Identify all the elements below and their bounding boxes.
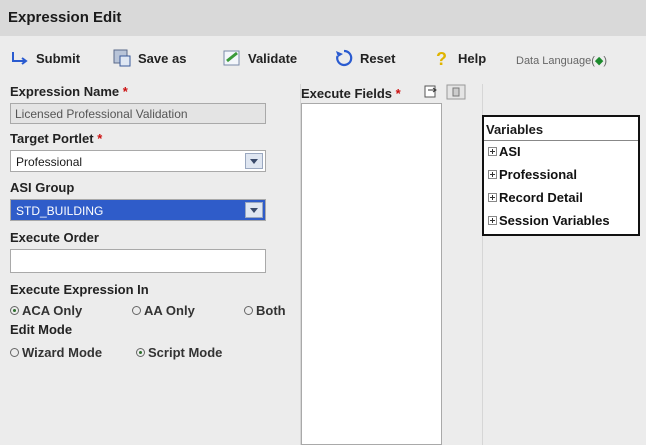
radio-script-mode[interactable]: Script Mode xyxy=(136,345,222,360)
add-field-icon[interactable] xyxy=(424,85,438,102)
radio-label: AA Only xyxy=(144,303,195,318)
expand-plus-icon[interactable] xyxy=(488,216,497,225)
radio-label: Both xyxy=(256,303,286,318)
radio-selected-icon xyxy=(136,348,145,357)
target-portlet-value: Professional xyxy=(16,155,83,169)
asi-group-select[interactable]: STD_BUILDING xyxy=(10,199,266,221)
save-as-label: Save as xyxy=(138,50,187,66)
chevron-down-icon[interactable] xyxy=(245,202,263,218)
reset-icon xyxy=(334,48,354,68)
radio-aca-only[interactable]: ACA Only xyxy=(10,303,82,318)
target-portlet-text: Target Portlet xyxy=(10,131,94,146)
validate-label: Validate xyxy=(248,50,298,66)
tree-item-label: ASI xyxy=(499,144,521,159)
chevron-down-icon[interactable] xyxy=(245,153,263,169)
help-button[interactable]: ? Help xyxy=(432,48,487,69)
data-language-link[interactable]: Data Language(◆) xyxy=(516,54,607,67)
svg-text:?: ? xyxy=(436,49,447,68)
expand-plus-icon[interactable] xyxy=(488,170,497,179)
tree-item-record-detail[interactable]: Record Detail xyxy=(488,190,583,205)
asi-group-label: ASI Group xyxy=(10,180,75,195)
radio-aa-only[interactable]: AA Only xyxy=(132,303,195,318)
expression-name-text: Expression Name xyxy=(10,84,120,99)
required-mark: * xyxy=(97,131,103,146)
execute-fields-list[interactable] xyxy=(301,103,442,445)
validate-button[interactable]: Validate xyxy=(222,48,297,68)
submit-button[interactable]: Submit xyxy=(10,48,80,68)
tree-item-session-variables[interactable]: Session Variables xyxy=(488,213,610,228)
radio-label: ACA Only xyxy=(22,303,83,318)
expand-plus-icon[interactable] xyxy=(488,193,497,202)
validate-icon xyxy=(222,48,242,68)
tree-item-professional[interactable]: Professional xyxy=(488,167,577,182)
asi-group-value: STD_BUILDING xyxy=(16,204,104,218)
execute-order-input[interactable] xyxy=(10,249,266,273)
tree-item-label: Record Detail xyxy=(499,190,583,205)
required-mark: * xyxy=(395,86,401,101)
execute-fields-label: Execute Fields * xyxy=(301,86,401,101)
submit-arrow-icon xyxy=(10,48,30,68)
reset-button[interactable]: Reset xyxy=(334,48,395,68)
page-title: Expression Edit xyxy=(8,9,122,26)
radio-label: Wizard Mode xyxy=(22,345,103,360)
radio-wizard-mode[interactable]: Wizard Mode xyxy=(10,345,102,360)
edit-mode-label: Edit Mode xyxy=(10,322,73,337)
radio-unselected-icon xyxy=(132,306,141,315)
expression-name-field[interactable]: Licensed Professional Validation xyxy=(10,103,266,124)
delete-field-icon[interactable] xyxy=(446,84,466,103)
radio-unselected-icon xyxy=(244,306,253,315)
expression-name-label: Expression Name * xyxy=(10,84,128,99)
reset-label: Reset xyxy=(360,50,396,66)
help-icon: ? xyxy=(432,48,452,69)
execute-order-label: Execute Order xyxy=(10,230,99,245)
radio-both[interactable]: Both xyxy=(244,303,286,318)
tree-item-asi[interactable]: ASI xyxy=(488,144,521,159)
variables-panel: Variables ASI Professional Record Detail… xyxy=(482,115,640,236)
expand-plus-icon[interactable] xyxy=(488,147,497,156)
data-language-label: Data Language( xyxy=(516,55,595,67)
target-portlet-select[interactable]: Professional xyxy=(10,150,266,172)
execute-fields-text: Execute Fields xyxy=(301,86,393,101)
required-mark: * xyxy=(122,84,128,99)
save-as-button[interactable]: Save as xyxy=(112,48,186,68)
radio-label: Script Mode xyxy=(148,345,223,360)
tree-item-label: Professional xyxy=(499,167,578,182)
radio-unselected-icon xyxy=(10,348,19,357)
help-label: Help xyxy=(458,50,487,66)
submit-label: Submit xyxy=(36,50,81,66)
divider xyxy=(484,140,638,141)
tree-item-label: Session Variables xyxy=(499,213,610,228)
title-bar: Expression Edit xyxy=(0,0,646,36)
data-language-close: ) xyxy=(603,55,608,67)
radio-selected-icon xyxy=(10,306,19,315)
variables-title: Variables xyxy=(486,122,544,137)
save-as-icon xyxy=(112,48,132,68)
execute-in-label: Execute Expression In xyxy=(10,282,149,297)
target-portlet-label: Target Portlet * xyxy=(10,131,102,146)
